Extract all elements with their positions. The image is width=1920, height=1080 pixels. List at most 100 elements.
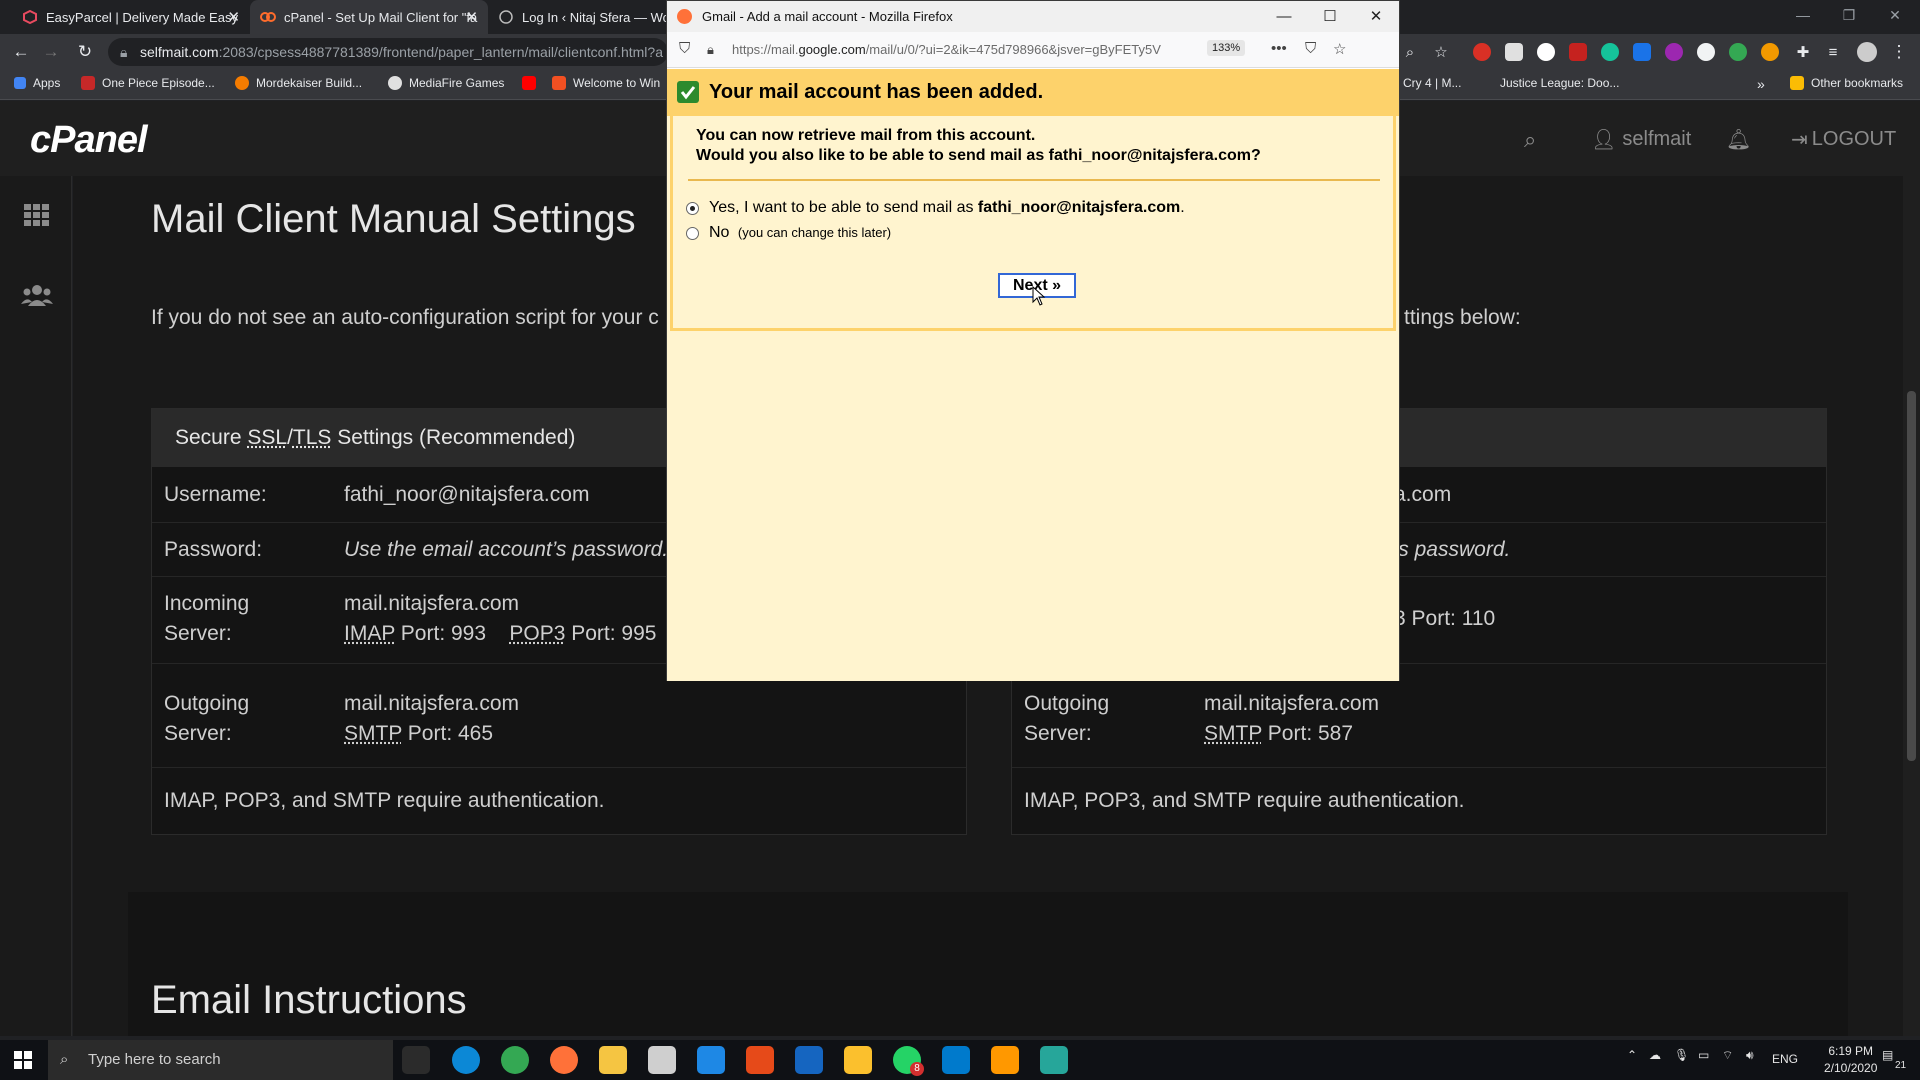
search-icon[interactable]: ⌕ bbox=[1524, 127, 1536, 153]
bell-icon[interactable]: 🔔︎ bbox=[1726, 127, 1751, 152]
windows-start-icon[interactable] bbox=[14, 1051, 32, 1069]
bookmark-apps[interactable]: Apps bbox=[14, 76, 60, 90]
close-window-icon[interactable]: ✕ bbox=[1872, 0, 1918, 30]
logout-button[interactable]: ⇥ LOGOUT bbox=[1791, 127, 1896, 152]
extension-icon[interactable] bbox=[1761, 43, 1779, 61]
extension-icon[interactable] bbox=[1537, 43, 1555, 61]
radio-yes[interactable] bbox=[686, 202, 699, 215]
media-icon[interactable]: ≡ bbox=[1821, 40, 1845, 64]
zoom-icon[interactable]: ⌕ bbox=[1398, 40, 1422, 64]
user-menu[interactable]: 👤︎ selfmait bbox=[1591, 127, 1691, 152]
edge-icon[interactable] bbox=[452, 1046, 480, 1074]
bookmark-other[interactable]: Other bookmarks bbox=[1790, 76, 1903, 90]
chevron-up-icon[interactable]: ⌃ bbox=[1627, 1048, 1637, 1062]
users-icon[interactable] bbox=[20, 279, 54, 313]
puzzle-icon[interactable]: ✚ bbox=[1791, 40, 1815, 64]
popup-url[interactable]: https://mail.google.com/mail/u/0/?ui=2&i… bbox=[732, 42, 1172, 57]
tab-cpanel[interactable]: cPanel - Set Up Mail Client for "fa ✕ bbox=[250, 0, 488, 34]
option-no[interactable]: No (you can change this later) bbox=[686, 224, 891, 242]
bookmark-cry4[interactable]: Cry 4 | M... bbox=[1403, 76, 1461, 90]
taskbar-search-input[interactable]: ⌕ Type here to search bbox=[48, 1040, 393, 1080]
smtp-port: Port: 465 bbox=[401, 722, 494, 745]
bookmark-justice-league[interactable]: Justice League: Doo... bbox=[1500, 76, 1619, 90]
logout-label: LOGOUT bbox=[1811, 128, 1897, 150]
vscode-icon[interactable] bbox=[942, 1046, 970, 1074]
grid-icon[interactable] bbox=[20, 198, 54, 232]
url-host: google.com bbox=[798, 42, 866, 57]
extension-icon[interactable] bbox=[1633, 43, 1651, 61]
close-tab-icon[interactable]: ✕ bbox=[465, 8, 478, 26]
onedrive-icon[interactable]: ☁ bbox=[1649, 1048, 1661, 1062]
tab-wordpress[interactable]: Log In ‹ Nitaj Sfera — Word bbox=[488, 0, 666, 34]
popup-minimize-icon[interactable]: — bbox=[1261, 1, 1307, 32]
extension-icon[interactable] bbox=[1729, 43, 1747, 61]
radio-no[interactable] bbox=[686, 227, 699, 240]
popup-maximize-icon[interactable]: ☐ bbox=[1307, 1, 1353, 32]
date: 2/10/2020 bbox=[1824, 1061, 1878, 1075]
extension-icon[interactable] bbox=[1665, 43, 1683, 61]
extension-icon[interactable] bbox=[1569, 43, 1587, 61]
tab-easyparcel[interactable]: EasyParcel | Delivery Made Easy ✕ bbox=[12, 0, 250, 34]
task-view-icon[interactable] bbox=[402, 1046, 430, 1074]
app-icon[interactable] bbox=[1040, 1046, 1068, 1074]
retrieve-text: You can now retrieve mail from this acco… bbox=[696, 127, 1036, 144]
network-icon[interactable]: ▭ bbox=[1698, 1048, 1709, 1062]
chrome-icon[interactable] bbox=[501, 1046, 529, 1074]
windows-taskbar: ⌕ Type here to search 8 ⌃ ☁ 🎙︎ ▭ ⌔ 🔊︎ EN… bbox=[0, 1040, 1920, 1080]
youtube-icon bbox=[522, 76, 536, 90]
page-scrollbar[interactable] bbox=[1903, 101, 1920, 1036]
username-label: selfmait bbox=[1622, 128, 1692, 150]
sublime-icon[interactable] bbox=[991, 1046, 1019, 1074]
bookmark-one-piece[interactable]: One Piece Episode... bbox=[81, 76, 215, 90]
extension-icon[interactable] bbox=[1697, 43, 1715, 61]
mic-icon[interactable]: 🎙︎ bbox=[1674, 1048, 1689, 1062]
shield-icon[interactable]: ⛉ bbox=[679, 40, 690, 57]
sticky-notes-icon[interactable] bbox=[844, 1046, 872, 1074]
avatar[interactable] bbox=[1857, 42, 1877, 62]
incoming-value-partial: 3 Port: 110 bbox=[1394, 607, 1496, 630]
bookmark-label: Justice League: Doo... bbox=[1500, 76, 1620, 90]
store-icon[interactable] bbox=[648, 1046, 676, 1074]
wifi-icon[interactable]: ⌔ bbox=[1722, 1048, 1733, 1063]
language-indicator[interactable]: ENG bbox=[1772, 1052, 1798, 1066]
volume-icon[interactable]: 🔊︎ bbox=[1746, 1048, 1754, 1063]
maximize-icon[interactable]: ❐ bbox=[1826, 0, 1872, 30]
extension-icon[interactable] bbox=[1505, 43, 1523, 61]
popup-urlbar[interactable]: ⛉ 🔒︎ https://mail.google.com/mail/u/0/?u… bbox=[667, 32, 1399, 68]
star-icon[interactable]: ☆ bbox=[1429, 40, 1453, 64]
reload-icon[interactable]: ↻ bbox=[73, 40, 97, 64]
bookmark-label: Welcome to Win bbox=[573, 76, 661, 90]
address-bar[interactable]: 🔒︎ selfmait.com:2083/cpsess4887781389/fr… bbox=[108, 38, 668, 66]
extension-icon[interactable] bbox=[1473, 43, 1491, 61]
bookmark-welcome[interactable]: Welcome to Win bbox=[552, 76, 660, 90]
mail-icon[interactable] bbox=[697, 1046, 725, 1074]
auth-note: IMAP, POP3, and SMTP require authenticat… bbox=[164, 789, 605, 812]
bookmark-star-icon[interactable]: ☆ bbox=[1333, 40, 1346, 58]
firefox-icon[interactable] bbox=[550, 1046, 578, 1074]
menu-icon[interactable]: ⋮ bbox=[1887, 40, 1911, 64]
bookmark-youtube[interactable] bbox=[522, 76, 543, 90]
minimize-icon[interactable]: — bbox=[1780, 0, 1826, 30]
bookmark-mediafire[interactable]: MediaFire Games bbox=[388, 76, 504, 90]
more-bookmarks-icon[interactable]: » bbox=[1757, 76, 1765, 92]
search-icon: ⌕ bbox=[60, 1051, 69, 1068]
popup-close-icon[interactable]: ✕ bbox=[1353, 1, 1399, 32]
office-icon[interactable] bbox=[746, 1046, 774, 1074]
grammarly-icon[interactable] bbox=[1601, 43, 1619, 61]
back-icon[interactable]: ← bbox=[9, 40, 33, 64]
scrollbar-thumb[interactable] bbox=[1907, 391, 1916, 761]
option-yes[interactable]: Yes, I want to be able to send mail as f… bbox=[686, 199, 1185, 217]
tab-title: EasyParcel | Delivery Made Easy bbox=[46, 9, 238, 25]
forward-icon[interactable]: → bbox=[39, 40, 63, 64]
notepad-icon[interactable] bbox=[795, 1046, 823, 1074]
cpanel-logo[interactable]: cPanel bbox=[30, 119, 148, 162]
bookmark-mordekaiser[interactable]: Mordekaiser Build... bbox=[235, 76, 362, 90]
more-icon[interactable]: ••• bbox=[1271, 40, 1287, 57]
clock[interactable]: 6:19 PM 2/10/2020 bbox=[1824, 1043, 1877, 1077]
close-tab-icon[interactable]: ✕ bbox=[227, 8, 240, 26]
file-explorer-icon[interactable] bbox=[599, 1046, 627, 1074]
zoom-badge[interactable]: 133% bbox=[1207, 40, 1246, 56]
option-yes-period: . bbox=[1180, 199, 1185, 216]
pocket-icon[interactable]: ⛉ bbox=[1305, 40, 1316, 57]
action-center-icon[interactable]: ▤ bbox=[1882, 1048, 1893, 1062]
